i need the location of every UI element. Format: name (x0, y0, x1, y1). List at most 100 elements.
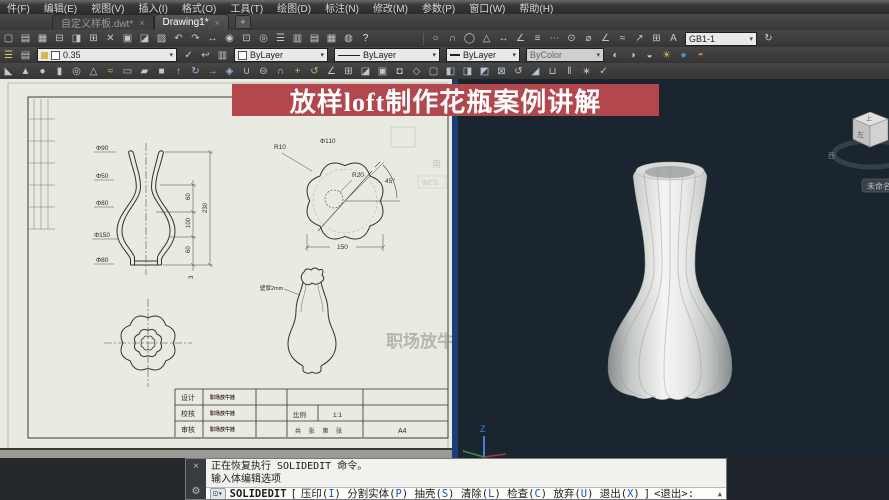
color-edges-icon[interactable]: ◇ (408, 65, 425, 78)
pyramid-icon[interactable]: △ (85, 65, 102, 78)
subtract-icon[interactable]: ⊖ (255, 65, 272, 78)
offset-faces-icon[interactable]: ◩ (476, 65, 493, 78)
match-properties-icon[interactable]: ▨ (153, 32, 170, 45)
tool-palettes-icon[interactable]: ▤ (306, 32, 323, 45)
imprint-icon[interactable]: ◘ (391, 65, 408, 78)
separate-icon[interactable]: ‖ (561, 65, 578, 78)
copy-edges-icon[interactable]: ▢ (425, 65, 442, 78)
tab-drawing1[interactable]: Drawing1* × (153, 14, 229, 30)
dim-update-icon[interactable]: ↻ (760, 32, 777, 45)
open-icon[interactable]: ▤ (17, 32, 34, 45)
taper-faces-icon[interactable]: ◢ (527, 65, 544, 78)
cmd-option-C[interactable]: 检查(C) (507, 488, 547, 499)
planar-surface-icon[interactable]: ▭ (119, 65, 136, 78)
arc-icon[interactable]: ∩ (444, 32, 461, 45)
help-icon[interactable]: ? (357, 32, 374, 45)
properties-icon[interactable]: ☰ (272, 32, 289, 45)
menu-item-7[interactable]: 标注(N) (318, 0, 366, 15)
cmd-option-L[interactable]: 清除(L) (461, 488, 501, 499)
rotate-faces-icon[interactable]: ↺ (510, 65, 527, 78)
menu-item-2[interactable]: 视图(V) (84, 0, 131, 15)
cmd-option-S[interactable]: 抽壳(S) (415, 488, 455, 499)
dim-continue-icon[interactable]: ⋯ (546, 32, 563, 45)
layer-properties-icon[interactable]: ☰ (0, 49, 17, 62)
cmd-option-I[interactable]: 压印(I) (301, 488, 341, 499)
lineweight-dropdown[interactable]: ByLayer ▾ (446, 48, 520, 62)
cylinder-icon[interactable]: ▮ (51, 65, 68, 78)
dim-linear-icon[interactable]: ↔ (495, 32, 512, 45)
helix-icon[interactable]: ≈ (102, 65, 119, 78)
3d-align-icon[interactable]: ∠ (323, 65, 340, 78)
union-icon[interactable]: ∪ (238, 65, 255, 78)
layer-dropdown[interactable]: 0.35 ▾ (37, 48, 177, 62)
sphere-icon[interactable]: ● (34, 65, 51, 78)
pan-icon[interactable]: ↔ (204, 32, 221, 45)
copy-icon[interactable]: ▣ (119, 32, 136, 45)
cut-icon[interactable]: ✕ (102, 32, 119, 45)
zoom-window-icon[interactable]: ⊡ (238, 32, 255, 45)
menu-item-3[interactable]: 插入(I) (131, 0, 174, 15)
wrench-icon[interactable]: ⚙ (192, 486, 201, 497)
save-icon[interactable]: ▦ (34, 32, 51, 45)
menu-item-5[interactable]: 工具(T) (223, 0, 270, 15)
menu-item-11[interactable]: 帮助(H) (512, 0, 560, 15)
layer-previous-icon[interactable]: ↩ (197, 49, 214, 62)
paper-viewport-2d[interactable]: Φ90 Φ50 Φ80 Φ150 Φ80 60 100 60 230 3 R10… (0, 79, 471, 458)
hide-icon[interactable]: ◑ (624, 49, 641, 62)
view-label-pill[interactable]: 未命名视图 (861, 178, 889, 193)
dim-baseline-icon[interactable]: ≡ (529, 32, 546, 45)
3d-array-icon[interactable]: ⊞ (340, 65, 357, 78)
command-suggest-icon[interactable]: ⊡▾ (210, 488, 226, 499)
polygon-icon[interactable]: △ (478, 32, 495, 45)
leader-icon[interactable]: ↗ (631, 32, 648, 45)
new-tab-button[interactable]: + (234, 15, 251, 29)
scroll-up-icon[interactable]: ▲ (718, 490, 722, 498)
menu-item-0[interactable]: 件(F) (0, 0, 37, 15)
plot-preview-icon[interactable]: ◨ (68, 32, 85, 45)
dim-angular-icon[interactable]: ∠ (597, 32, 614, 45)
menu-item-10[interactable]: 窗口(W) (462, 0, 512, 15)
torus-icon[interactable]: ◎ (68, 65, 85, 78)
dim-edit-icon[interactable]: A (665, 32, 682, 45)
shell-icon[interactable]: ⊔ (544, 65, 561, 78)
menu-item-1[interactable]: 编辑(E) (37, 0, 84, 15)
zoom-previous-icon[interactable]: ◎ (255, 32, 272, 45)
dim-aligned-icon[interactable]: ∠ (512, 32, 529, 45)
move-faces-icon[interactable]: ◨ (459, 65, 476, 78)
cmd-option-X[interactable]: 退出(X) (600, 488, 640, 499)
tab-template[interactable]: 自定义样板.dwt* × (52, 14, 154, 30)
make-current-icon[interactable]: ✓ (180, 49, 197, 62)
menu-item-4[interactable]: 格式(O) (175, 0, 223, 15)
publish-icon[interactable]: ⊞ (85, 32, 102, 45)
print-icon[interactable]: ⊟ (51, 32, 68, 45)
linetype-dropdown[interactable]: ByLayer ▾ (334, 48, 440, 62)
extrude-faces-icon[interactable]: ◧ (442, 65, 459, 78)
plot-style-dropdown[interactable]: ByColor ▾ (526, 48, 604, 62)
tab-close-icon[interactable]: × (215, 18, 220, 28)
materials-icon[interactable]: ● (675, 49, 692, 62)
delete-faces-icon[interactable]: ⊠ (493, 65, 510, 78)
lights-icon[interactable]: ☀ (658, 49, 675, 62)
menu-item-8[interactable]: 修改(M) (366, 0, 415, 15)
render-icon[interactable]: ◍ (340, 32, 357, 45)
paste-icon[interactable]: ◪ (136, 32, 153, 45)
dim-style-dropdown[interactable]: GB1-1 ▾ (685, 31, 757, 46)
loft-icon[interactable]: ◈ (221, 65, 238, 78)
viewport-3d[interactable]: 西 上 左 未命名视图 Z (458, 79, 889, 458)
sheet-set-manager-icon[interactable]: ▦ (323, 32, 340, 45)
close-icon[interactable]: × (193, 461, 199, 472)
3d-rotate-icon[interactable]: ↺ (306, 65, 323, 78)
revolve-icon[interactable]: ↻ (187, 65, 204, 78)
cone-icon[interactable]: ▲ (17, 65, 34, 78)
slice-icon[interactable]: ◪ (357, 65, 374, 78)
tolerance-icon[interactable]: ⊞ (648, 32, 665, 45)
zoom-realtime-icon[interactable]: ◉ (221, 32, 238, 45)
intersect-icon[interactable]: ∩ (272, 65, 289, 78)
command-input[interactable]: ⊡▾ SOLIDEDIT [ 压印(I) 分割实体(P) 抽壳(S) 清除(L)… (206, 487, 726, 499)
3d-move-icon[interactable]: + (289, 65, 306, 78)
tab-close-icon[interactable]: × (139, 18, 144, 28)
ellipse-icon[interactable]: ◯ (461, 32, 478, 45)
layer-states-icon[interactable]: ▤ (17, 49, 34, 62)
menu-item-9[interactable]: 参数(P) (415, 0, 462, 15)
command-panel[interactable]: × ⚙ 正在恢复执行 SOLIDEDIT 命令。 输入体编辑选项 ⊡▾ SOLI… (185, 458, 727, 500)
